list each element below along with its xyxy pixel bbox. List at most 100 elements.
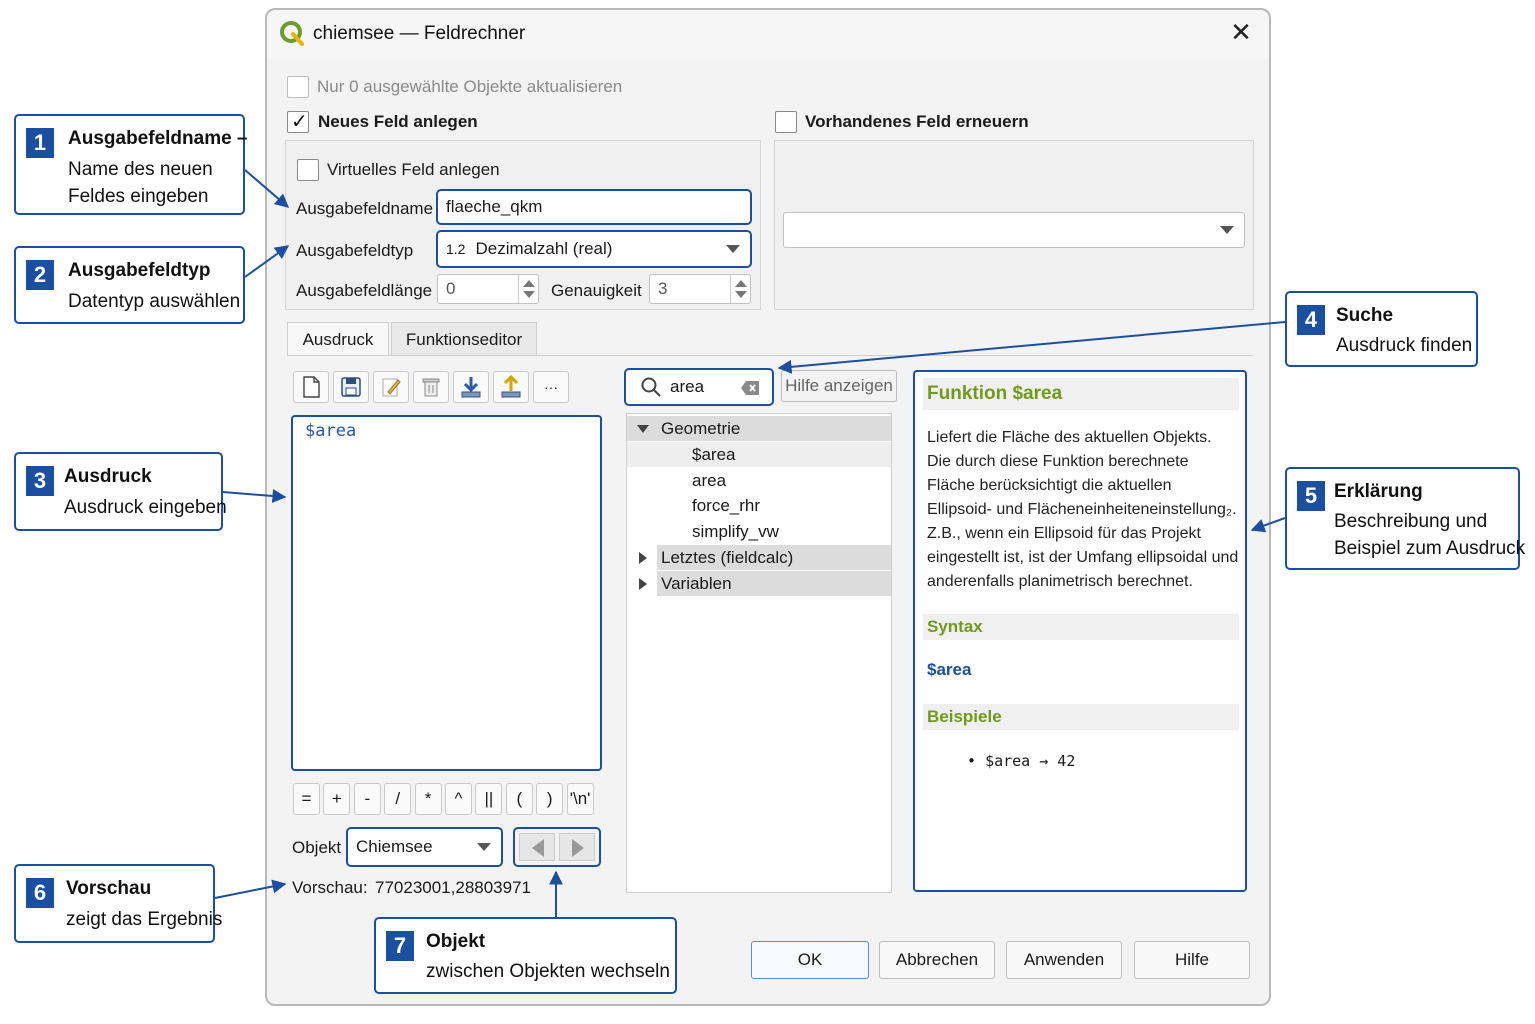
object-label: Objekt	[292, 838, 342, 857]
cancel-button[interactable]: Abbrechen	[879, 941, 995, 979]
chevron-left-icon	[532, 839, 544, 857]
callout-number: 4	[1297, 305, 1325, 335]
syntax-heading: Syntax	[923, 614, 1239, 640]
callout-desc: zeigt das Ergebnis	[66, 909, 223, 930]
callout-title: Ausdruck	[64, 466, 152, 487]
operator-button[interactable]: +	[323, 783, 351, 815]
chevron-down-icon	[726, 245, 740, 253]
callout-number: 3	[26, 466, 54, 496]
callout-2: 2 Ausgabefeldtyp Datentyp auswählen	[14, 246, 245, 324]
apply-button[interactable]: Anwenden	[1006, 941, 1122, 979]
search-input[interactable]: area	[624, 368, 774, 406]
save-button[interactable]	[333, 371, 369, 403]
upload-icon	[501, 375, 521, 398]
tree-group-variablen[interactable]: Variablen	[627, 571, 891, 596]
callout-desc: Ausdruck finden	[1336, 335, 1473, 356]
import-button[interactable]	[453, 371, 489, 403]
only-selected-checkbox[interactable]	[287, 76, 309, 98]
operator-button[interactable]: /	[384, 783, 412, 815]
operator-button[interactable]: (	[505, 783, 533, 815]
output-name-input[interactable]: flaeche_qkm	[436, 189, 752, 225]
output-type-select[interactable]: 1.2 Dezimalzahl (real)	[436, 230, 752, 268]
only-selected-label: Nur 0 ausgewählte Objekte aktualisieren	[317, 77, 623, 96]
expression-text: $area	[305, 421, 357, 441]
ok-button[interactable]: OK	[751, 941, 869, 979]
edit-icon	[382, 378, 401, 397]
operator-button[interactable]: )	[536, 783, 564, 815]
show-help-button[interactable]: Hilfe anzeigen	[781, 370, 897, 402]
expression-editor[interactable]: $area	[291, 415, 602, 771]
precision-value: 3	[658, 279, 668, 298]
more-button[interactable]: ···	[533, 371, 569, 403]
help-description: Liefert die Fläche des aktuellen Objekts…	[927, 429, 1239, 590]
close-button[interactable]: ✕	[1227, 18, 1255, 46]
syntax-text: $area	[927, 660, 972, 679]
preview-label: Vorschau:	[292, 878, 368, 897]
callout-number: 1	[26, 128, 54, 158]
tree-group-label: Variablen	[661, 573, 732, 593]
existing-field-select[interactable]	[783, 212, 1245, 248]
export-button[interactable]	[493, 371, 529, 403]
callout-number: 7	[386, 931, 414, 961]
new-file-button[interactable]	[293, 371, 329, 403]
callout-title: Vorschau	[66, 878, 152, 899]
tree-item-simplify-vw[interactable]: simplify_vw	[627, 519, 891, 544]
object-nav-group	[513, 827, 601, 867]
tree-group-geometrie[interactable]: Geometrie	[627, 416, 891, 441]
callout-number: 2	[26, 260, 54, 290]
spin-arrows-icon[interactable]	[518, 275, 538, 303]
function-tree: Geometrie $area area force_rhr simplify_…	[626, 413, 892, 893]
tree-group-letztes[interactable]: Letztes (fieldcalc)	[627, 545, 891, 570]
help-button[interactable]: Hilfe	[1134, 941, 1250, 979]
callout-5: 5 Erklärung Beschreibung und Beispiel zu…	[1285, 467, 1525, 570]
output-name-value: flaeche_qkm	[446, 197, 543, 216]
chevron-down-icon	[1220, 226, 1234, 234]
virtual-field-checkbox[interactable]	[297, 159, 319, 181]
chevron-right-icon	[572, 839, 584, 857]
delete-button[interactable]	[413, 371, 449, 403]
object-select[interactable]: Chiemsee	[346, 827, 503, 867]
bullet-icon: •	[967, 752, 986, 770]
operator-button[interactable]: =	[293, 783, 320, 815]
output-type-label: Ausgabefeldtyp	[296, 241, 414, 260]
new-file-icon	[303, 376, 320, 398]
callout-title: Objekt	[426, 931, 486, 952]
output-length-value: 0	[446, 279, 456, 298]
tab-function-editor[interactable]: Funktionseditor	[391, 322, 537, 356]
new-field-checkbox[interactable]: ✓	[287, 111, 309, 133]
update-existing-checkbox[interactable]	[775, 111, 797, 133]
tree-item-area-dollar[interactable]: $area	[627, 442, 891, 467]
search-value: area	[670, 377, 705, 396]
callout-desc: Beispiel zum Ausdruck	[1334, 538, 1526, 559]
operator-button[interactable]: *	[414, 783, 442, 815]
operator-button[interactable]: ^	[445, 783, 472, 815]
spin-arrows-icon[interactable]	[730, 275, 750, 303]
clear-icon[interactable]	[740, 380, 760, 396]
output-name-label: Ausgabefeldname	[296, 199, 434, 218]
precision-label: Genauigkeit	[551, 281, 642, 300]
edit-button[interactable]	[373, 371, 409, 403]
download-icon	[461, 377, 481, 398]
operator-button[interactable]: ||	[475, 783, 503, 815]
output-length-spinbox[interactable]: 0	[437, 274, 539, 304]
callout-desc: zwischen Objekten wechseln	[426, 961, 670, 982]
window-title: chiemsee — Feldrechner	[313, 23, 526, 44]
help-title: Funktion $area	[923, 378, 1239, 410]
tree-item-label: $area	[692, 444, 736, 464]
previous-object-button[interactable]	[519, 833, 555, 861]
tree-item-label: simplify_vw	[692, 521, 779, 541]
callout-title: Ausgabefeldname –	[68, 128, 248, 149]
tab-expression[interactable]: Ausdruck	[287, 322, 389, 356]
callout-desc: Name des neuen	[68, 159, 213, 180]
tree-item-area[interactable]: area	[627, 468, 891, 493]
callout-3: 3 Ausdruck Ausdruck eingeben	[14, 452, 227, 531]
expand-right-icon	[639, 578, 647, 590]
callout-title: Suche	[1336, 305, 1394, 326]
tree-item-force-rhr[interactable]: force_rhr	[627, 493, 891, 518]
callout-title: Erklärung	[1334, 481, 1423, 502]
next-object-button[interactable]	[559, 833, 595, 861]
operator-button[interactable]: '\n'	[566, 783, 594, 815]
operator-button[interactable]: -	[353, 783, 381, 815]
precision-spinbox[interactable]: 3	[649, 274, 751, 304]
title-bar: chiemsee — Feldrechner ✕	[267, 10, 1269, 58]
